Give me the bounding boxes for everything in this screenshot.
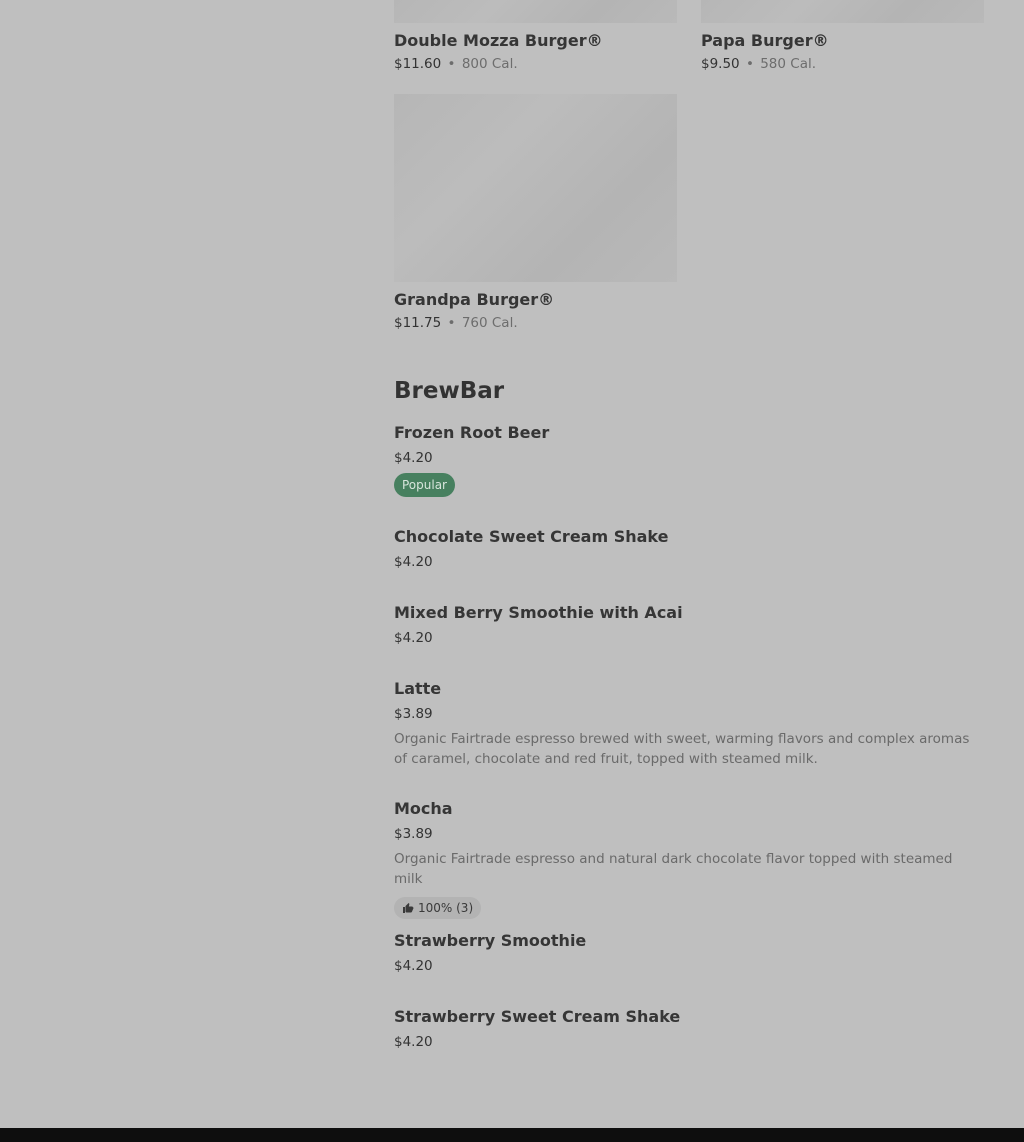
item-name: Mixed Berry Smoothie with Acai — [394, 603, 683, 622]
item-name: Double Mozza Burger® — [394, 31, 603, 50]
menu-item-card[interactable]: Grandpa Burger® $11.75 • 760 Cal. — [394, 94, 677, 332]
item-image — [701, 0, 984, 23]
popular-badge: Popular — [394, 473, 455, 497]
meta-separator: • — [447, 315, 456, 331]
rating-badge: 100% (3) — [394, 897, 482, 919]
item-name: Latte — [394, 679, 442, 698]
item-name: Strawberry Sweet Cream Shake — [394, 1007, 681, 1026]
section-title: BrewBar — [394, 378, 505, 404]
menu-list-item[interactable]: Latte $3.89 Organic Fairtrade espresso b… — [394, 679, 984, 769]
item-price: $4.20 — [394, 1034, 433, 1050]
rating-text: 100% (3) — [418, 901, 474, 915]
item-price: $4.20 — [394, 450, 433, 466]
meta-separator: • — [447, 56, 456, 72]
item-name: Chocolate Sweet Cream Shake — [394, 527, 669, 546]
item-calories: 760 Cal. — [461, 315, 518, 331]
item-name: Frozen Root Beer — [394, 423, 550, 442]
menu-list-item[interactable]: Strawberry Smoothie $4.20 — [394, 931, 984, 975]
item-price: $3.89 — [394, 706, 433, 722]
item-calories: 800 Cal. — [461, 56, 518, 72]
menu-list-item[interactable]: Mocha $3.89 Organic Fairtrade espresso a… — [394, 799, 984, 919]
menu-list-item[interactable]: Strawberry Sweet Cream Shake $4.20 — [394, 1007, 984, 1051]
menu-list-item[interactable]: Chocolate Sweet Cream Shake $4.20 — [394, 527, 984, 571]
item-meta: $11.60 • 800 Cal. — [394, 55, 677, 73]
item-description: Organic Fairtrade espresso brewed with s… — [394, 731, 970, 767]
item-price: $11.60 — [394, 56, 442, 72]
menu-list-item[interactable]: Frozen Root Beer $4.20 Popular — [394, 423, 984, 497]
item-calories: 580 Cal. — [760, 56, 817, 72]
item-meta: $9.50 • 580 Cal. — [701, 55, 984, 73]
item-description: Organic Fairtrade espresso and natural d… — [394, 851, 953, 887]
item-price: $4.20 — [394, 554, 433, 570]
item-price: $4.20 — [394, 630, 433, 646]
item-name: Mocha — [394, 799, 453, 818]
item-price: $11.75 — [394, 315, 442, 331]
item-price: $3.89 — [394, 826, 433, 842]
menu-item-card[interactable]: Double Mozza Burger® $11.60 • 800 Cal. — [394, 0, 677, 73]
thumbs-up-icon — [402, 902, 414, 914]
item-image — [394, 94, 677, 282]
footer-bar — [0, 1128, 1024, 1142]
item-name: Papa Burger® — [701, 31, 829, 50]
item-meta: $11.75 • 760 Cal. — [394, 314, 677, 332]
item-name: Grandpa Burger® — [394, 290, 555, 309]
menu-item-card[interactable]: Papa Burger® $9.50 • 580 Cal. — [701, 0, 984, 73]
item-price: $4.20 — [394, 958, 433, 974]
menu-list-item[interactable]: Mixed Berry Smoothie with Acai $4.20 — [394, 603, 984, 647]
item-name: Strawberry Smoothie — [394, 931, 587, 950]
meta-separator: • — [745, 56, 754, 72]
item-image — [394, 0, 677, 23]
item-price: $9.50 — [701, 56, 740, 72]
